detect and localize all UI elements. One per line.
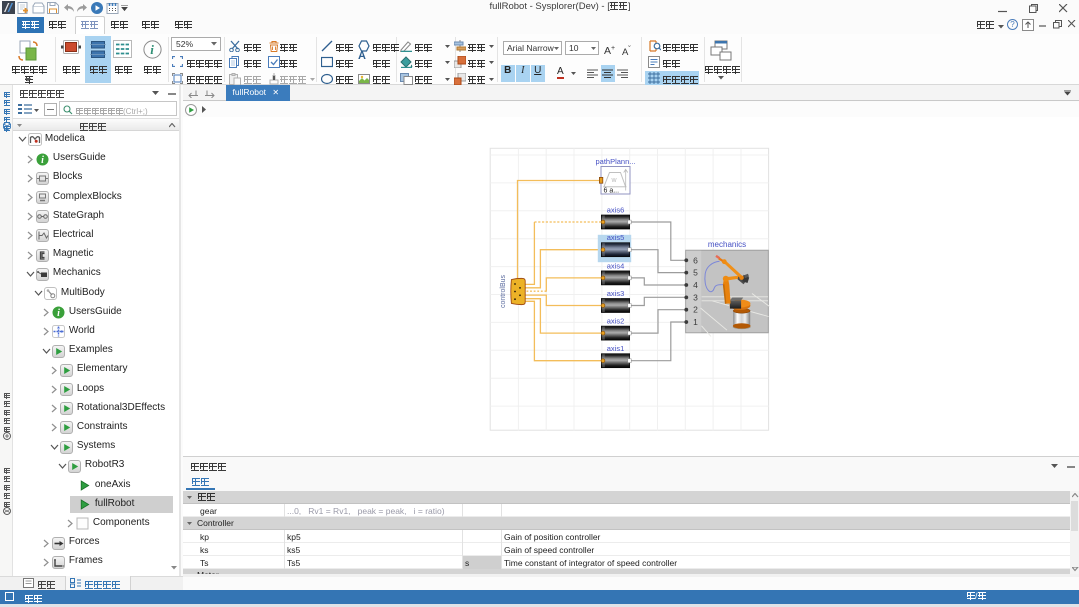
svg-text:i: i <box>58 308 61 319</box>
svg-text:5: 5 <box>693 268 698 278</box>
svg-text:6 a...: 6 a... <box>604 188 620 195</box>
svg-text:pathPlann...: pathPlann... <box>595 157 635 166</box>
svg-text:mechanics: mechanics <box>708 240 746 249</box>
svg-text:1: 1 <box>693 317 698 327</box>
svg-text:axis6: axis6 <box>607 206 625 215</box>
svg-text:w: w <box>610 177 617 184</box>
svg-text:2: 2 <box>693 305 698 315</box>
svg-text:i: i <box>150 42 154 57</box>
svg-text:3: 3 <box>693 292 698 302</box>
svg-text:axis5: axis5 <box>607 233 625 242</box>
svg-text:axis2: axis2 <box>607 317 625 326</box>
svg-text:i: i <box>42 155 45 166</box>
svg-text:controlBus: controlBus <box>500 274 507 308</box>
svg-text:axis4: axis4 <box>607 261 625 270</box>
svg-text:6: 6 <box>693 255 698 265</box>
svg-text:axis1: axis1 <box>607 344 625 353</box>
svg-text:axis3: axis3 <box>607 289 625 298</box>
svg-text:4: 4 <box>693 280 698 290</box>
